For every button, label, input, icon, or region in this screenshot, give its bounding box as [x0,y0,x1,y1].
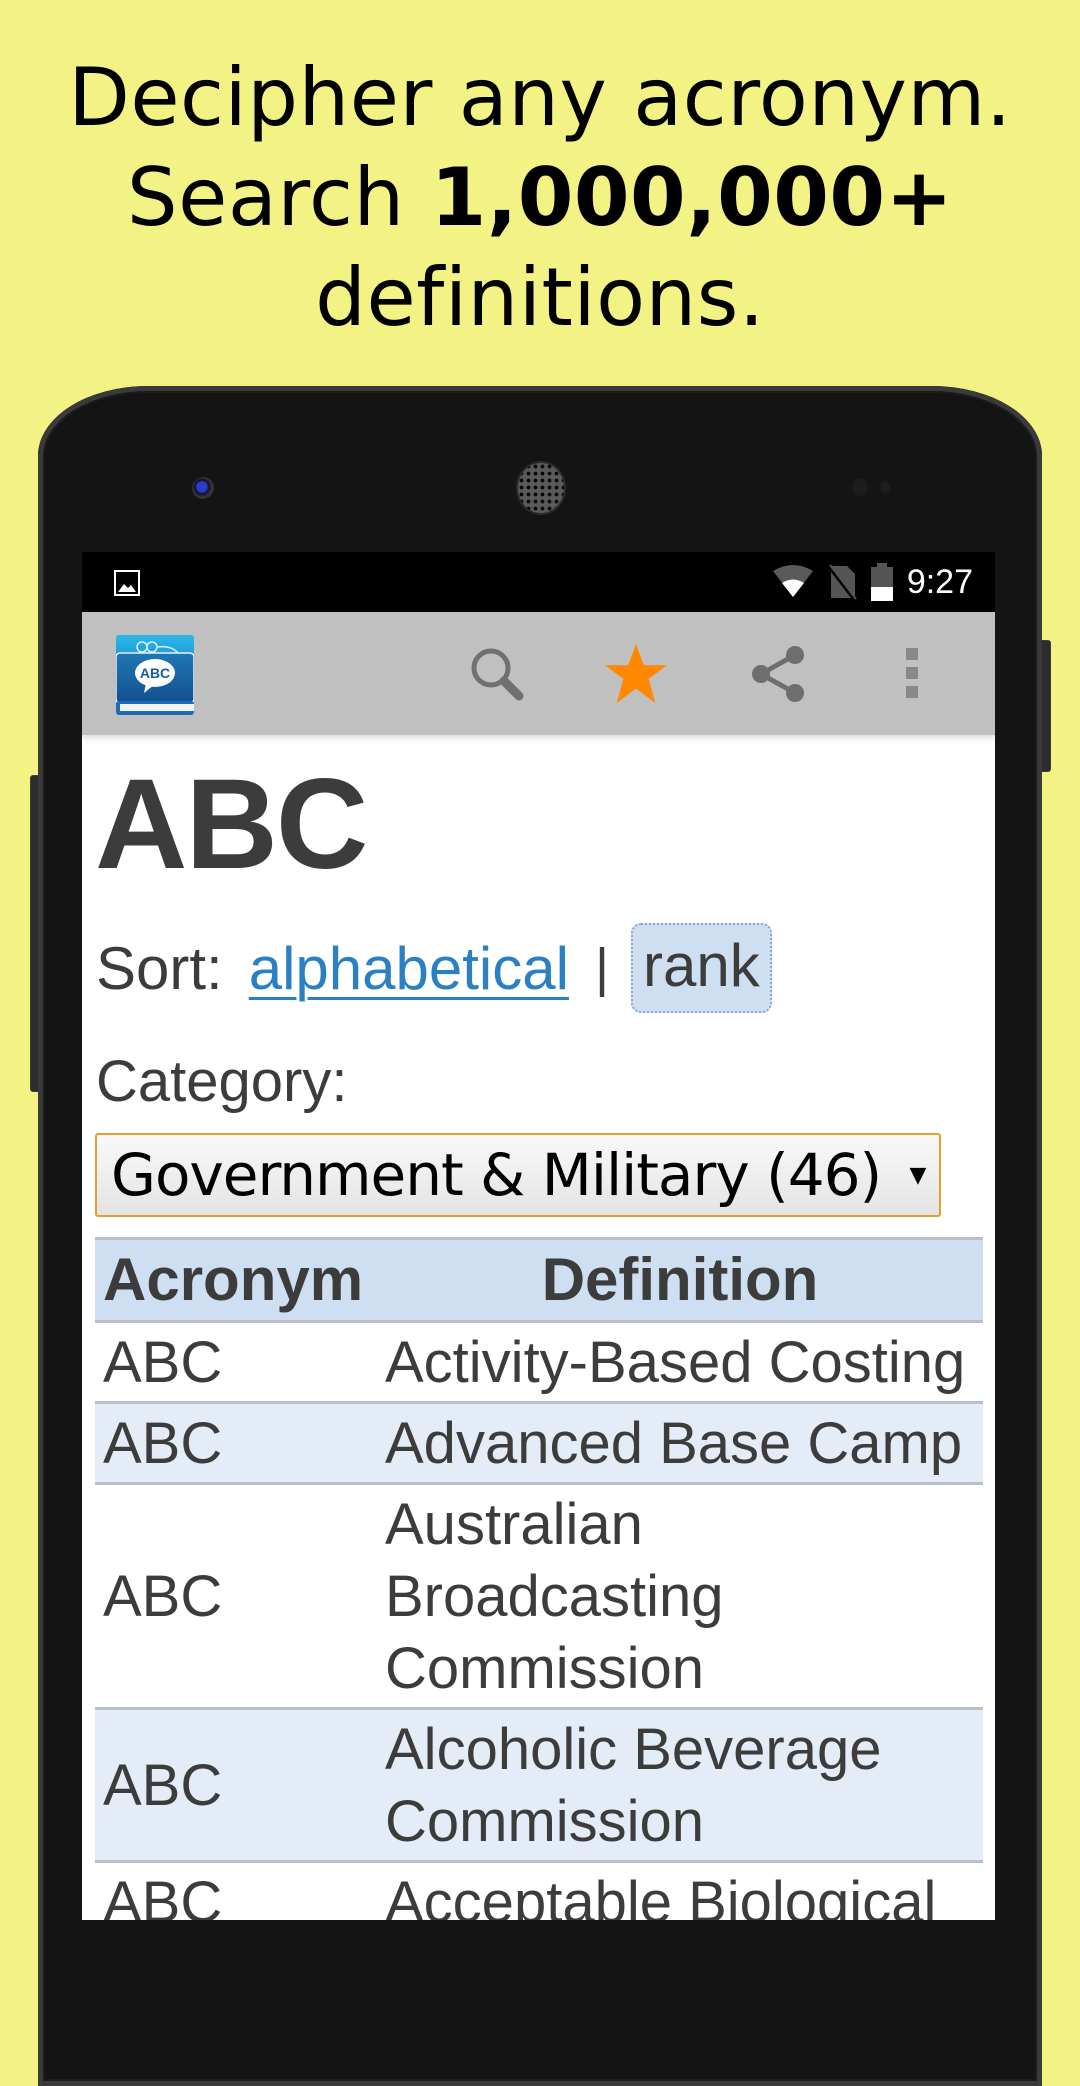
more-vert-icon [906,648,918,698]
action-bar: ABC [82,612,995,735]
category-selected-value: Government & Military (46) [111,1141,882,1209]
no-sim-icon [827,564,857,600]
definition-cell[interactable]: Australian Broadcasting Commission [377,1483,983,1710]
definitions-table: Acronym Definition ABC Activity-Based Co… [95,1237,983,1920]
light-sensor [880,481,890,493]
favorite-button[interactable] [604,642,668,706]
image-notification-icon [114,570,140,596]
front-camera-icon [192,477,214,499]
headline-line-2: Search 1,000,000+ [0,148,1080,248]
app-logo-icon[interactable]: ABC [116,635,194,715]
dropdown-arrow-icon: ▼ [909,1162,927,1188]
acronym-cell: ABC [95,1402,377,1485]
table-row[interactable]: ABC Advanced Base Camp [95,1402,983,1485]
share-button[interactable] [746,642,810,706]
definition-cell[interactable]: Alcoholic Beverage Commission [377,1708,983,1863]
category-label: Category: [96,1049,348,1114]
column-header-acronym[interactable]: Acronym [95,1237,377,1323]
sort-alphabetical-link[interactable]: alphabetical [249,934,569,1003]
acronym-cell: ABC [95,1321,377,1404]
table-row[interactable]: ABC Acceptable Biological [95,1861,983,1920]
column-header-definition[interactable]: Definition [377,1237,983,1323]
table-row[interactable]: ABC Australian Broadcasting Commission [95,1483,983,1710]
status-icons: 9:27 [772,560,973,604]
headline-count: 1,000,000+ [430,151,954,244]
overflow-menu-button[interactable] [892,642,932,706]
acronym-cell: ABC [95,1861,377,1920]
phone-screen: 9:27 ABC ABC Sort: alphabetical | rank C… [82,552,995,1920]
acronym-cell: ABC [95,1483,377,1710]
status-time: 9:27 [906,562,973,601]
earpiece-speaker-icon [518,463,564,513]
definition-cell[interactable]: Advanced Base Camp [377,1402,983,1485]
table-row[interactable]: ABC Alcoholic Beverage Commission [95,1708,983,1863]
table-header-row: Acronym Definition [95,1237,983,1323]
headline-line-2-prefix: Search [126,151,431,244]
share-icon [752,646,804,702]
acronym-cell: ABC [95,1708,377,1863]
headline-line-3: definitions. [315,251,765,344]
app-logo-text: ABC [140,665,170,681]
star-icon [604,643,668,704]
search-icon [471,648,524,701]
status-bar: 9:27 [82,552,995,612]
category-select[interactable]: Government & Military (46) ▼ [95,1133,941,1217]
table-row[interactable]: ABC Activity-Based Costing [95,1321,983,1404]
sort-separator: | [594,938,609,998]
headline-line-1: Decipher any acronym. [68,51,1012,144]
wifi-icon [772,565,813,597]
battery-icon [870,563,893,601]
sort-label: Sort: [96,934,223,1002]
sort-rank-option[interactable]: rank [631,923,772,1013]
search-button[interactable] [465,642,529,706]
promo-headline: Decipher any acronym. Search 1,000,000+ … [0,48,1080,348]
page-title: ABC [95,753,368,896]
proximity-sensor [852,478,868,496]
definition-cell[interactable]: Activity-Based Costing [377,1321,983,1404]
sort-control: Sort: alphabetical | rank [96,923,772,1013]
definition-cell[interactable]: Acceptable Biological [377,1861,983,1920]
